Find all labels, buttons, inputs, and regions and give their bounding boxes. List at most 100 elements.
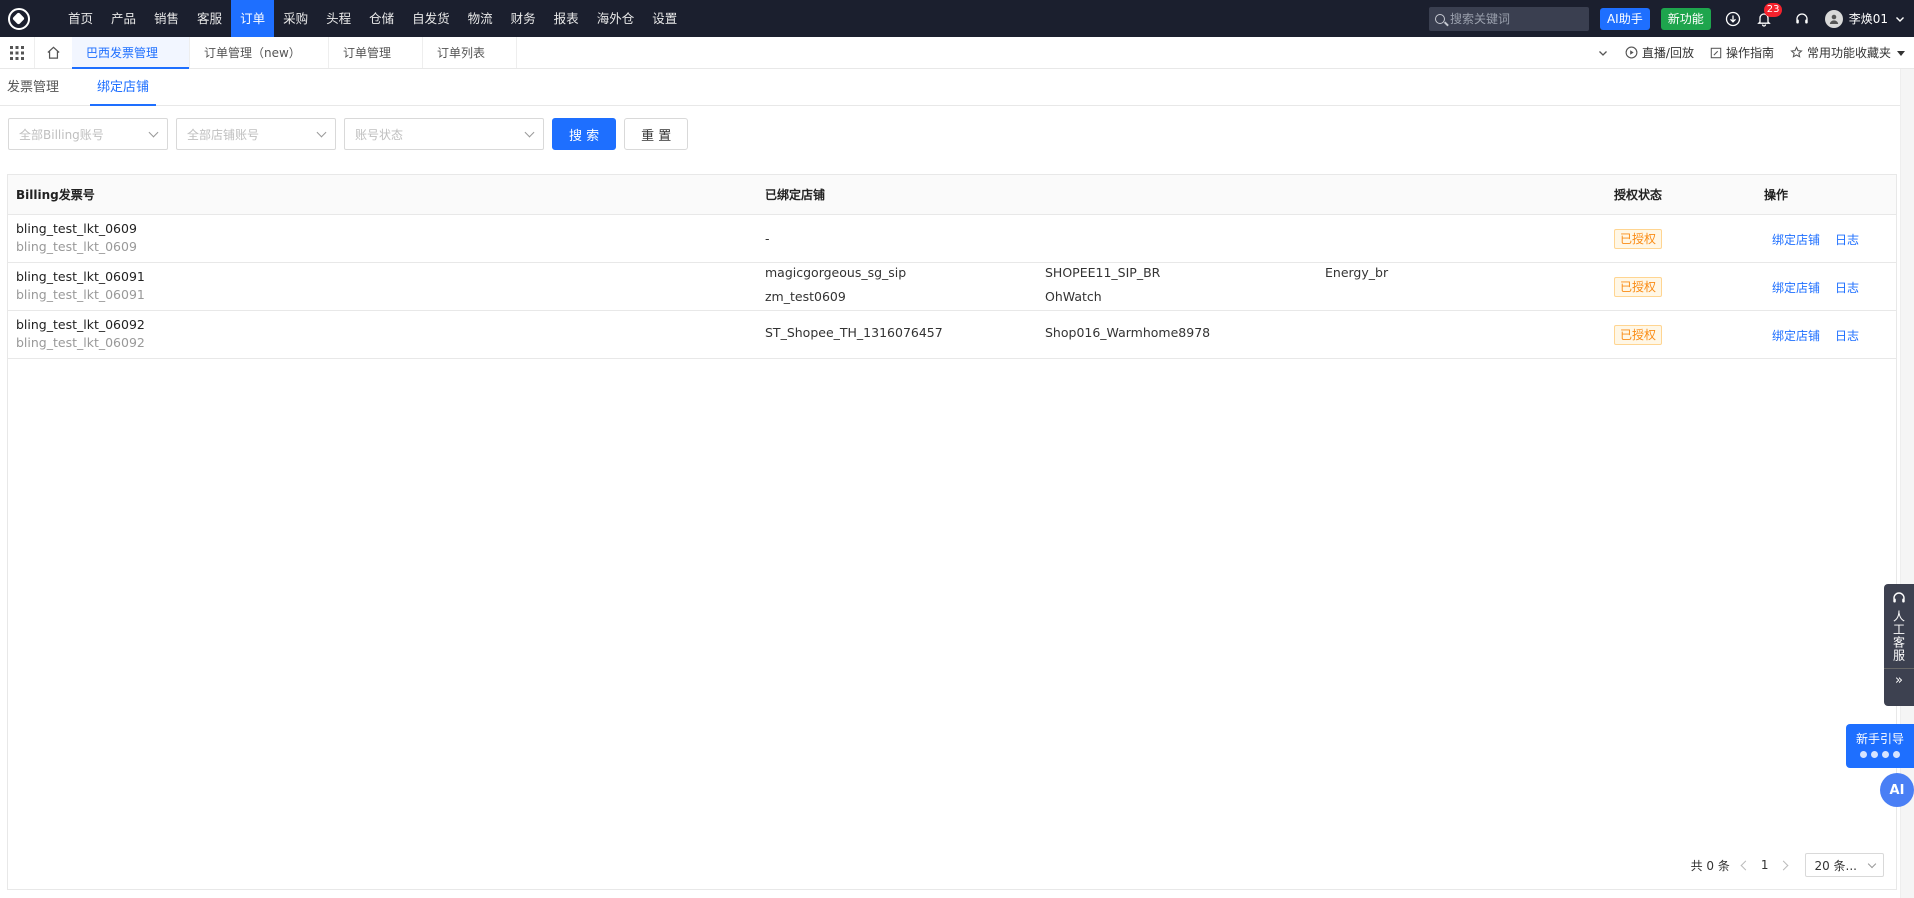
menu-item-firstleg[interactable]: 头程 <box>317 0 360 37</box>
chevron-down-icon <box>1896 16 1904 22</box>
reset-button[interactable]: 重 置 <box>624 118 689 150</box>
notification-count: 23 <box>1763 2 1783 17</box>
star-icon <box>1790 46 1803 58</box>
next-page-icon[interactable] <box>1779 860 1789 870</box>
binding-table: Billing发票号 已绑定店铺 授权状态 操作 bling_test_lkt_… <box>7 174 1897 890</box>
menu-item-finance[interactable]: 财务 <box>502 0 545 37</box>
user-menu[interactable]: 李焕01 <box>1824 9 1906 28</box>
bind-store-link[interactable]: 绑定店铺 <box>1772 327 1820 344</box>
billing-number: bling_test_lkt_06092 <box>16 317 145 332</box>
prev-page-icon[interactable] <box>1740 860 1751 870</box>
billing-sub: bling_test_lkt_06092 <box>16 335 145 350</box>
guide-link[interactable]: 操作指南 <box>1702 44 1782 61</box>
menu-item-logistics[interactable]: 物流 <box>459 0 502 37</box>
chevron-down-icon <box>524 127 535 137</box>
bind-store-link[interactable]: 绑定店铺 <box>1772 231 1820 248</box>
store-account-select[interactable]: 全部店铺账号 <box>176 118 336 150</box>
tab-invoice-manage[interactable]: 发票管理 <box>0 69 66 106</box>
ai-assistant-button[interactable]: AI助手 <box>1599 7 1650 30</box>
tab-order-manage[interactable]: 订单管理 <box>329 37 423 68</box>
billing-sub: bling_test_lkt_06091 <box>16 287 145 302</box>
double-chevron-right-icon[interactable]: » <box>1895 673 1903 688</box>
favorites-link[interactable]: 常用功能收藏夹 <box>1782 44 1914 61</box>
customer-service-label: 人工客服 <box>1891 610 1906 662</box>
guide-label: 操作指南 <box>1725 46 1774 60</box>
pagination: 共 0 条 1 20 条... <box>1691 853 1884 877</box>
bell-icon[interactable]: 23 <box>1755 2 1783 28</box>
live-replay-link[interactable]: 直播/回放 <box>1617 44 1702 61</box>
status-select-placeholder: 账号状态 <box>355 127 404 142</box>
current-page[interactable]: 1 <box>1761 858 1769 872</box>
edit-doc-icon <box>1710 47 1722 58</box>
tabs-dropdown[interactable] <box>1589 47 1617 59</box>
log-link[interactable]: 日志 <box>1835 327 1859 344</box>
menu-item-sales[interactable]: 销售 <box>145 0 188 37</box>
bound-store: Energy_br <box>1325 265 1389 280</box>
top-right-tools: 搜索关键词 AI助手 新功能 23 李焕01 <box>1428 0 1914 37</box>
billing-number: bling_test_lkt_06091 <box>16 269 145 284</box>
menu-item-product[interactable]: 产品 <box>102 0 145 37</box>
bound-store: Shop016_Warmhome8978 <box>1045 325 1211 340</box>
status-badge: 已授权 <box>1614 229 1663 249</box>
beginner-guide-label: 新手引导 <box>1855 732 1904 746</box>
chevron-down-icon <box>316 127 327 137</box>
log-link[interactable]: 日志 <box>1835 231 1859 248</box>
live-replay-label: 直播/回放 <box>1641 46 1694 60</box>
search-icon <box>1434 13 1445 24</box>
global-search-input[interactable]: 搜索关键词 <box>1428 6 1589 31</box>
new-features-button[interactable]: 新功能 <box>1660 7 1711 30</box>
billing-number: bling_test_lkt_0609 <box>16 221 137 236</box>
download-icon[interactable] <box>1724 10 1742 28</box>
tab-brazil-invoice[interactable]: 巴西发票管理 <box>72 37 190 69</box>
header-billing: Billing发票号 <box>16 188 95 202</box>
avatar <box>1824 9 1843 28</box>
bound-store: OhWatch <box>1045 289 1102 304</box>
page-size-select[interactable]: 20 条... <box>1805 853 1884 877</box>
sub-tabs: 发票管理 绑定店铺 <box>0 69 1900 106</box>
menu-item-service[interactable]: 客服 <box>188 0 231 37</box>
status-badge: 已授权 <box>1614 325 1663 345</box>
headset-icon <box>1893 592 1905 603</box>
tab-order-manage-new[interactable]: 订单管理（new） <box>190 37 329 68</box>
menu-item-order[interactable]: 订单 <box>231 0 275 37</box>
log-link[interactable]: 日志 <box>1835 279 1859 296</box>
headset-icon[interactable] <box>1793 10 1811 28</box>
menu-item-report[interactable]: 报表 <box>545 0 588 37</box>
header-stores: 已绑定店铺 <box>765 188 826 202</box>
store-select-placeholder: 全部店铺账号 <box>187 127 260 142</box>
table-row: bling_test_lkt_0609 bling_test_lkt_0609 … <box>8 215 1896 263</box>
tab-order-list[interactable]: 订单列表 <box>423 37 517 68</box>
beginner-guide-float[interactable]: 新手引导 <box>1846 724 1914 768</box>
logo[interactable] <box>0 0 37 37</box>
ai-float-button[interactable]: AI <box>1880 773 1914 807</box>
apps-grid-icon[interactable] <box>0 37 34 68</box>
menu-item-selfship[interactable]: 自发货 <box>403 0 459 37</box>
guide-dots <box>1846 751 1914 758</box>
billing-sub: bling_test_lkt_0609 <box>16 239 137 254</box>
tabbar-tools: 直播/回放 操作指南 常用功能收藏夹 <box>1589 37 1914 68</box>
top-nav: 首页 产品 销售 客服 订单 采购 头程 仓储 自发货 物流 财务 报表 海外仓… <box>0 0 1914 37</box>
bound-store: ST_Shopee_TH_1316076457 <box>765 325 943 340</box>
tab-bind-store[interactable]: 绑定店铺 <box>90 69 157 106</box>
chevron-down-icon <box>148 127 159 137</box>
filter-bar: 全部Billing账号 全部店铺账号 账号状态 搜 索 重 置 <box>8 118 696 150</box>
bind-store-link[interactable]: 绑定店铺 <box>1772 279 1820 296</box>
table-row: bling_test_lkt_06092 bling_test_lkt_0609… <box>8 311 1896 359</box>
menu-item-home[interactable]: 首页 <box>59 0 102 37</box>
search-button[interactable]: 搜 索 <box>552 118 617 150</box>
menu-item-purchase[interactable]: 采购 <box>274 0 317 37</box>
menu-item-warehouse[interactable]: 仓储 <box>360 0 403 37</box>
bound-store: magicgorgeous_sg_sip <box>765 265 907 280</box>
status-badge: 已授权 <box>1614 277 1663 297</box>
customer-service-float[interactable]: 人工客服 » <box>1884 584 1914 706</box>
account-status-select[interactable]: 账号状态 <box>344 118 544 150</box>
billing-account-select[interactable]: 全部Billing账号 <box>8 118 168 150</box>
page-tabs-bar: 巴西发票管理 订单管理（new） 订单管理 订单列表 直播/回放 操作指南 常用… <box>0 37 1914 69</box>
logo-icon <box>7 7 30 30</box>
bound-store: - <box>765 231 770 246</box>
table-row: bling_test_lkt_06091 bling_test_lkt_0609… <box>8 263 1896 311</box>
menu-item-overseas[interactable]: 海外仓 <box>588 0 644 37</box>
menu-item-settings[interactable]: 设置 <box>643 0 686 37</box>
username: 李焕01 <box>1848 12 1888 26</box>
home-icon[interactable] <box>34 37 72 68</box>
